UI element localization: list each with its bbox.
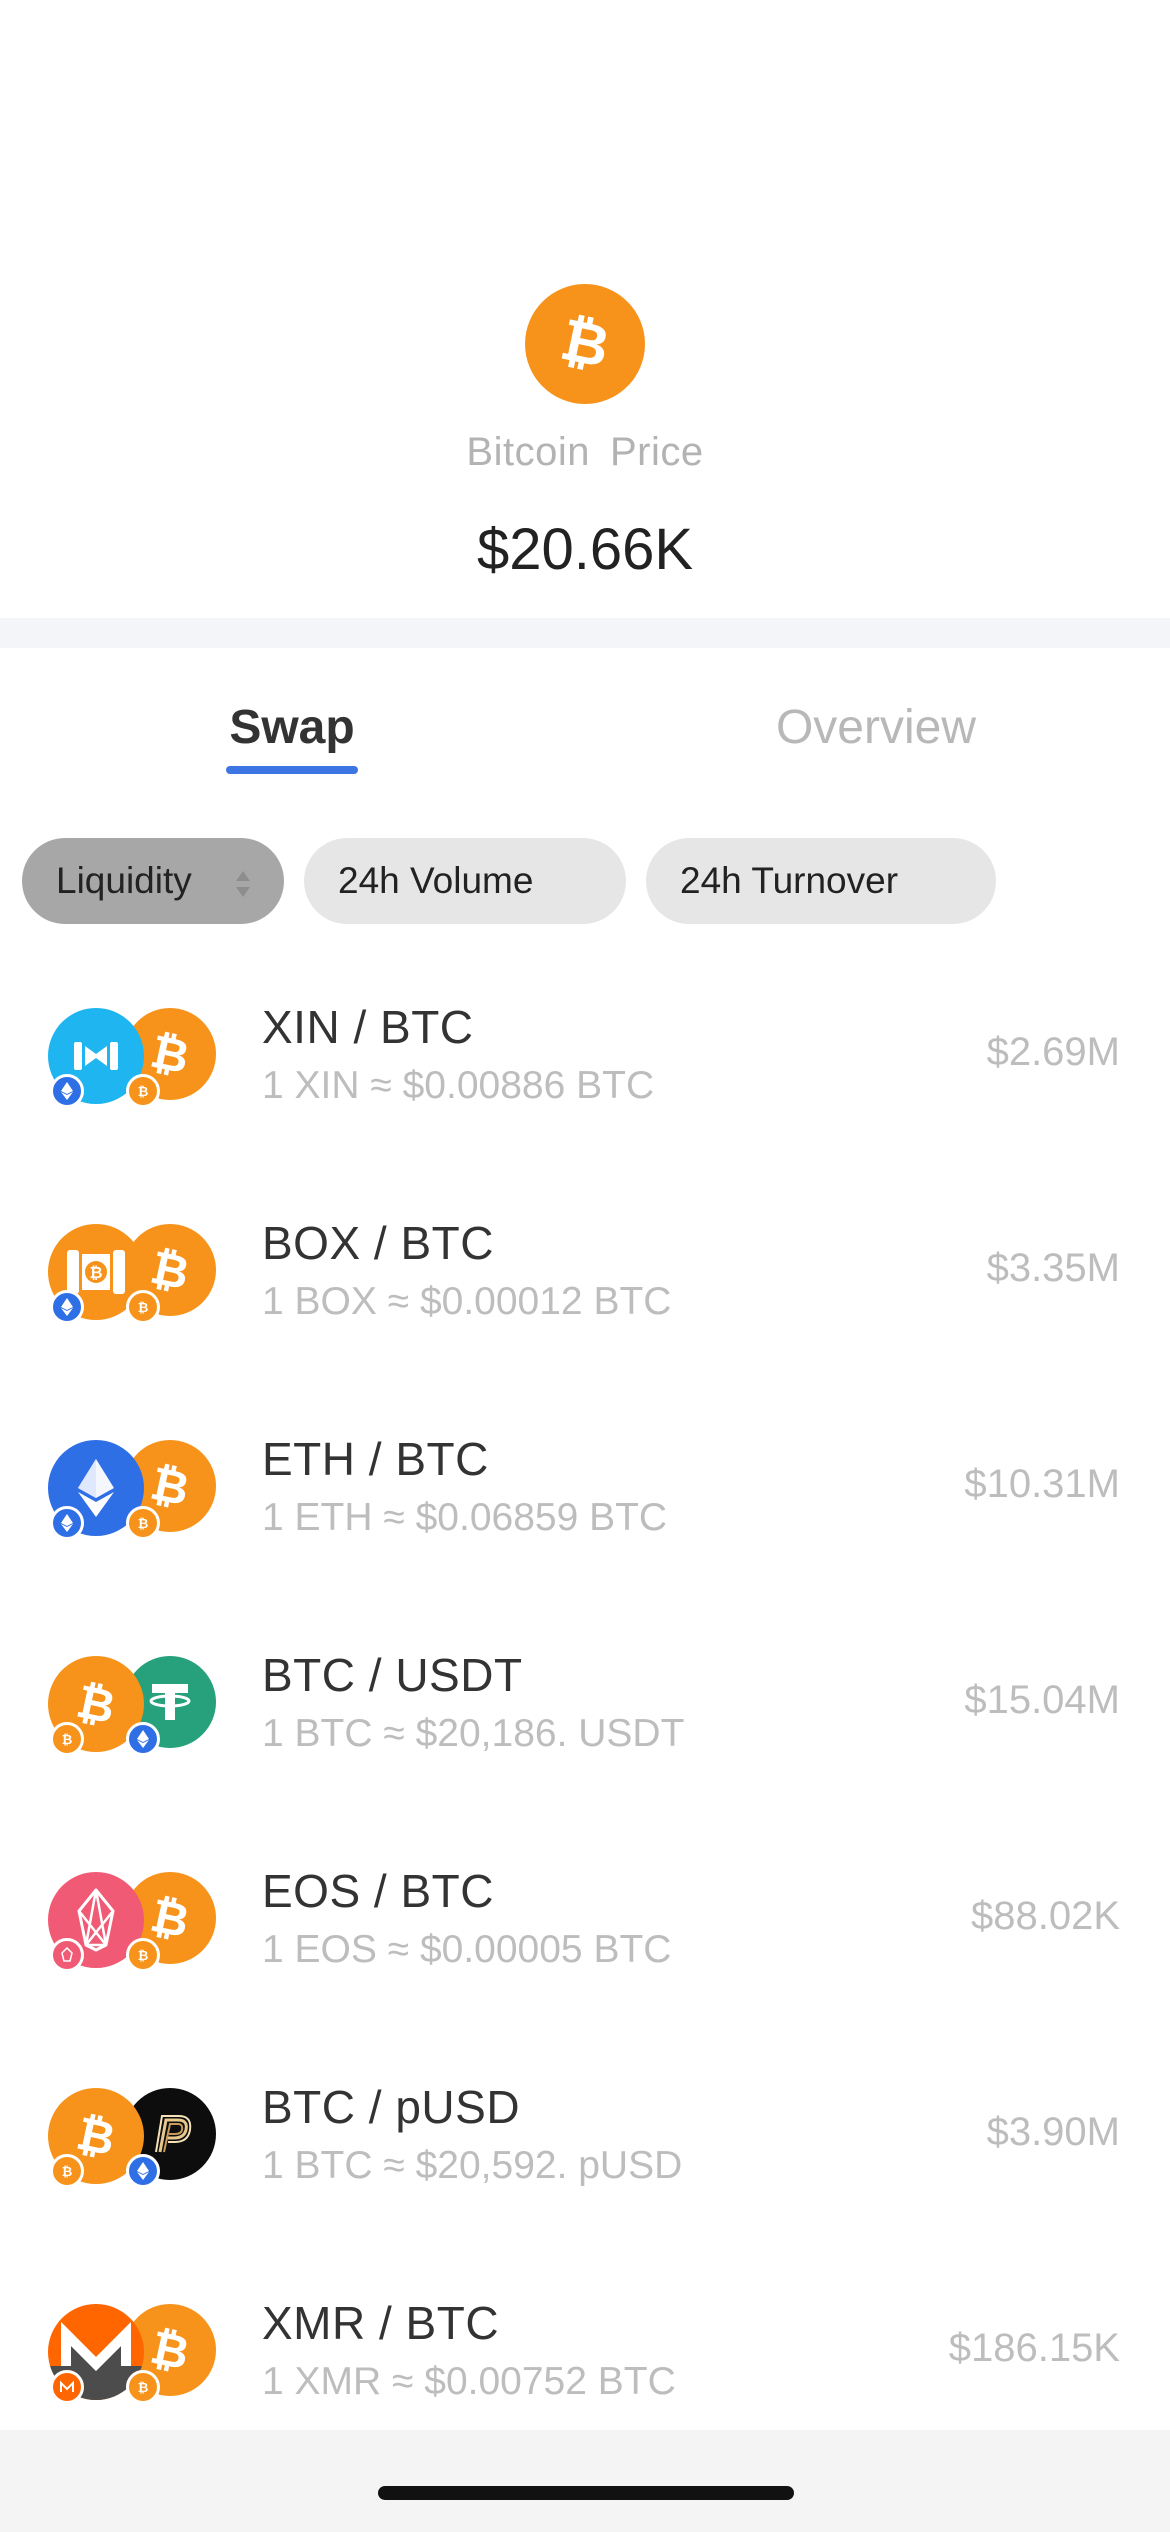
section-divider xyxy=(0,618,1170,648)
home-indicator[interactable] xyxy=(378,2486,794,2500)
bitcoin-chain-badge-icon: ₿ xyxy=(50,1722,84,1756)
bitcoin-chain-badge-icon: ₿ xyxy=(126,1290,160,1324)
pair-liquidity: $2.69M xyxy=(986,1030,1120,1074)
coin-header: ₿ Bitcoin Price $20.66K xyxy=(0,0,1170,618)
bitcoin-icon: ₿ xyxy=(525,284,645,404)
pair-name: XIN / BTC xyxy=(262,1001,474,1053)
bitcoin-chain-badge-icon: ₿ xyxy=(126,1506,160,1540)
svg-text:₿: ₿ xyxy=(138,2381,149,2395)
pair-name: BOX / BTC xyxy=(262,1217,494,1269)
pair-icons: ₿ ₿ xyxy=(48,2304,220,2404)
svg-text:₿: ₿ xyxy=(555,309,615,379)
pair-icons: ₿ ₿ xyxy=(48,1008,220,1108)
pair-icons: ₿ ₿ xyxy=(48,1872,220,1972)
sort-chip-label: 24h Turnover xyxy=(680,860,899,901)
svg-text:₿: ₿ xyxy=(146,1456,194,1516)
coin-price: $20.66K xyxy=(476,517,694,582)
coin-name: Bitcoin xyxy=(466,430,590,474)
pair-list: ₿ ₿ XIN / BTC 1 XIN ≈ $0.00886 BTC $2.69… xyxy=(0,962,1170,2474)
pair-row[interactable]: ₿ ₿ ETH / BTC 1 ETH ≈ $0.06859 BTC $10.3… xyxy=(0,1394,1170,1610)
bitcoin-chain-badge-icon: ₿ xyxy=(126,2370,160,2404)
svg-text:₿: ₿ xyxy=(138,1085,149,1099)
pair-row[interactable]: ₿ ₿ XIN / BTC 1 XIN ≈ $0.00886 BTC $2.69… xyxy=(0,962,1170,1178)
tab-bar: Swap Overview xyxy=(0,648,1170,798)
tab-active-indicator xyxy=(226,766,358,774)
pair-rate: 1 XMR ≈ $0.00752 BTC xyxy=(262,2360,676,2403)
pair-rate: 1 BTC ≈ $20,186. USDT xyxy=(262,1712,685,1755)
pair-liquidity: $3.35M xyxy=(986,1246,1120,1290)
pair-liquidity: $3.90M xyxy=(986,2110,1120,2154)
coin-price-label: Price xyxy=(609,430,704,474)
sort-chip-label: 24h Volume xyxy=(338,860,534,901)
ethereum-chain-badge-icon xyxy=(50,1506,84,1540)
svg-text:₿: ₿ xyxy=(146,1888,194,1948)
pair-row[interactable]: ₿ ₿ BTC / USDT 1 BTC ≈ $20,186. USDT $15… xyxy=(0,1610,1170,1826)
tab-swap[interactable]: Swap xyxy=(180,700,404,755)
pair-icons: ₿ ₿ xyxy=(48,1440,220,1540)
sort-arrows-icon xyxy=(234,866,252,908)
pair-rate: 1 BOX ≈ $0.00012 BTC xyxy=(262,1280,672,1323)
tab-overview[interactable]: Overview xyxy=(726,700,1026,755)
coin-title: Bitcoin Price xyxy=(0,430,1170,475)
svg-text:₿: ₿ xyxy=(62,1733,73,1747)
monero-chain-badge-icon xyxy=(50,2370,84,2404)
pair-icons: ₿ ₿ ₿ xyxy=(48,1224,220,1324)
pair-name: EOS / BTC xyxy=(262,1865,494,1917)
pair-name: BTC / USDT xyxy=(262,1649,523,1701)
svg-text:₿: ₿ xyxy=(146,1024,194,1084)
pair-liquidity: $10.31M xyxy=(964,1462,1120,1506)
pair-row[interactable]: ₿ ₿ EOS / BTC 1 EOS ≈ $0.00005 BTC $88.0… xyxy=(0,1826,1170,2042)
svg-text:₿: ₿ xyxy=(146,2320,194,2380)
pair-liquidity: $88.02K xyxy=(970,1894,1120,1938)
bitcoin-chain-badge-icon: ₿ xyxy=(50,2154,84,2188)
svg-text:₿: ₿ xyxy=(72,2106,120,2166)
sort-chip-liquidity[interactable]: Liquidity xyxy=(22,838,284,924)
pair-name: ETH / BTC xyxy=(262,1433,489,1485)
bitcoin-chain-badge-icon: ₿ xyxy=(126,1938,160,1972)
svg-text:₿: ₿ xyxy=(138,1517,149,1531)
svg-text:₿: ₿ xyxy=(62,2165,73,2179)
pair-rate: 1 ETH ≈ $0.06859 BTC xyxy=(262,1496,668,1539)
pair-rate: 1 BTC ≈ $20,592. pUSD xyxy=(262,2144,683,2187)
svg-text:₿: ₿ xyxy=(72,1674,120,1734)
pair-row[interactable]: ₿ ₿ BTC / pUSD 1 BTC ≈ $20,592. pUSD $3.… xyxy=(0,2042,1170,2258)
eos-chain-badge-icon xyxy=(50,1938,84,1972)
pair-liquidity: $15.04M xyxy=(964,1678,1120,1722)
svg-text:₿: ₿ xyxy=(138,1949,149,1963)
svg-text:₿: ₿ xyxy=(89,1263,102,1282)
pair-icons: ₿ ₿ xyxy=(48,1656,220,1756)
sort-chip-label: Liquidity xyxy=(56,860,192,901)
pair-liquidity: $186.15K xyxy=(948,2326,1120,2370)
pair-name: BTC / pUSD xyxy=(262,2081,521,2133)
pair-rate: 1 EOS ≈ $0.00005 BTC xyxy=(262,1928,672,1971)
sort-chip-24h-turnover[interactable]: 24h Turnover xyxy=(646,838,996,924)
sort-chip-24h-volume[interactable]: 24h Volume xyxy=(304,838,626,924)
ethereum-chain-badge-icon xyxy=(126,1722,160,1756)
ethereum-chain-badge-icon xyxy=(50,1290,84,1324)
pair-name: XMR / BTC xyxy=(262,2297,500,2349)
pair-rate: 1 XIN ≈ $0.00886 BTC xyxy=(262,1064,655,1107)
ethereum-chain-badge-icon xyxy=(126,2154,160,2188)
ethereum-chain-badge-icon xyxy=(50,1074,84,1108)
bottom-safe-area xyxy=(0,2430,1170,2532)
svg-text:₿: ₿ xyxy=(138,1301,149,1315)
bitcoin-chain-badge-icon: ₿ xyxy=(126,1074,160,1108)
pair-row[interactable]: ₿ ₿ ₿ BOX / BTC 1 BOX ≈ $0.00012 BTC $3.… xyxy=(0,1178,1170,1394)
pair-icons: ₿ ₿ xyxy=(48,2088,220,2188)
svg-text:₿: ₿ xyxy=(146,1240,194,1300)
